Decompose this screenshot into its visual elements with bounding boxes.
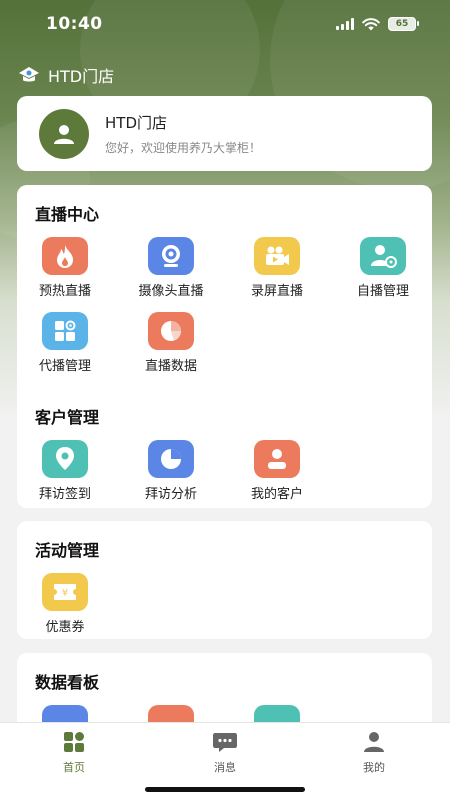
customer-icon: [254, 440, 300, 478]
grid-settings-icon: [42, 312, 88, 350]
section-title: 活动管理: [35, 541, 100, 560]
pie-analysis-icon: [148, 440, 194, 478]
webcam-icon: [148, 237, 194, 275]
battery-icon: 65: [388, 17, 419, 31]
tile-label: 拜访分析: [144, 487, 197, 502]
flame-icon: [42, 237, 88, 275]
tile-label: 代播管理: [38, 359, 91, 374]
user-settings-icon: [360, 237, 406, 275]
tile-label: 预热直播: [38, 284, 91, 299]
tile-label: 直播数据: [144, 359, 197, 374]
tab-home[interactable]: 首页: [34, 731, 114, 775]
tab-label: 消息: [214, 761, 236, 774]
svg-text:¥: ¥: [62, 588, 68, 599]
profile-name: HTD门店: [105, 113, 167, 132]
tile-coupons[interactable]: ¥ 优惠券: [19, 573, 111, 635]
section-title: 客户管理: [35, 408, 100, 427]
tile-label: 录屏直播: [250, 284, 303, 299]
data-dashboard-section: 数据看板: [17, 653, 432, 743]
home-indicator[interactable]: [145, 787, 305, 792]
tile-label: 我的客户: [250, 487, 303, 502]
tile-label: 自播管理: [356, 284, 409, 299]
wifi-icon: [362, 17, 380, 30]
store-header[interactable]: HTD门店: [18, 64, 114, 86]
pie-chart-icon: [148, 312, 194, 350]
tile-camera-live[interactable]: 摄像头直播: [125, 237, 217, 299]
status-bar: 10:40 65: [0, 0, 450, 48]
tile-warmup-live[interactable]: 预热直播: [19, 237, 111, 299]
video-camera-icon: [254, 237, 300, 275]
store-icon: [19, 67, 39, 82]
tab-label: 首页: [63, 761, 85, 774]
customer-management-section: 客户管理 拜访签到 拜访分析 我的客户: [17, 390, 432, 508]
user-icon: [364, 732, 384, 752]
tile-live-data[interactable]: 直播数据: [125, 312, 217, 374]
avatar: [39, 108, 89, 159]
tile-label: 摄像头直播: [138, 284, 204, 299]
coupon-icon: ¥: [42, 573, 88, 611]
tile-label: 拜访签到: [38, 487, 91, 502]
cellular-signal-icon: [336, 18, 354, 30]
tab-label: 我的: [363, 761, 385, 774]
tile-screen-record-live[interactable]: 录屏直播: [231, 237, 323, 299]
store-name: HTD门店: [48, 67, 115, 86]
section-title: 数据看板: [35, 673, 100, 692]
home-grid-icon: [64, 732, 84, 752]
chat-bubble-icon: [213, 733, 237, 752]
profile-text: HTD门店 您好，欢迎使用养乃大掌柜！: [105, 112, 261, 156]
status-time: 10:40: [46, 14, 103, 34]
activity-management-section: 活动管理 ¥ 优惠券: [17, 521, 432, 639]
profile-card[interactable]: HTD门店 您好，欢迎使用养乃大掌柜！: [17, 96, 432, 171]
live-center-section: 直播中心 预热直播 摄像头直播 录屏直播 自播管理 代播管理 直播数据: [17, 185, 432, 400]
tile-visit-checkin[interactable]: 拜访签到: [19, 440, 111, 502]
tile-my-customers[interactable]: 我的客户: [231, 440, 323, 502]
status-indicators: 65: [336, 17, 419, 31]
tile-self-live-management[interactable]: 自播管理: [337, 237, 429, 299]
user-avatar-icon: [54, 124, 74, 144]
tab-mine[interactable]: 我的: [334, 731, 414, 775]
tab-messages[interactable]: 消息: [185, 731, 265, 775]
profile-greeting: 您好，欢迎使用养乃大掌柜！: [105, 140, 262, 155]
location-pin-icon: [42, 440, 88, 478]
section-title: 直播中心: [35, 205, 100, 224]
tile-proxy-live-management[interactable]: 代播管理: [19, 312, 111, 374]
tile-visit-analysis[interactable]: 拜访分析: [125, 440, 217, 502]
tile-label: 优惠券: [45, 620, 85, 635]
